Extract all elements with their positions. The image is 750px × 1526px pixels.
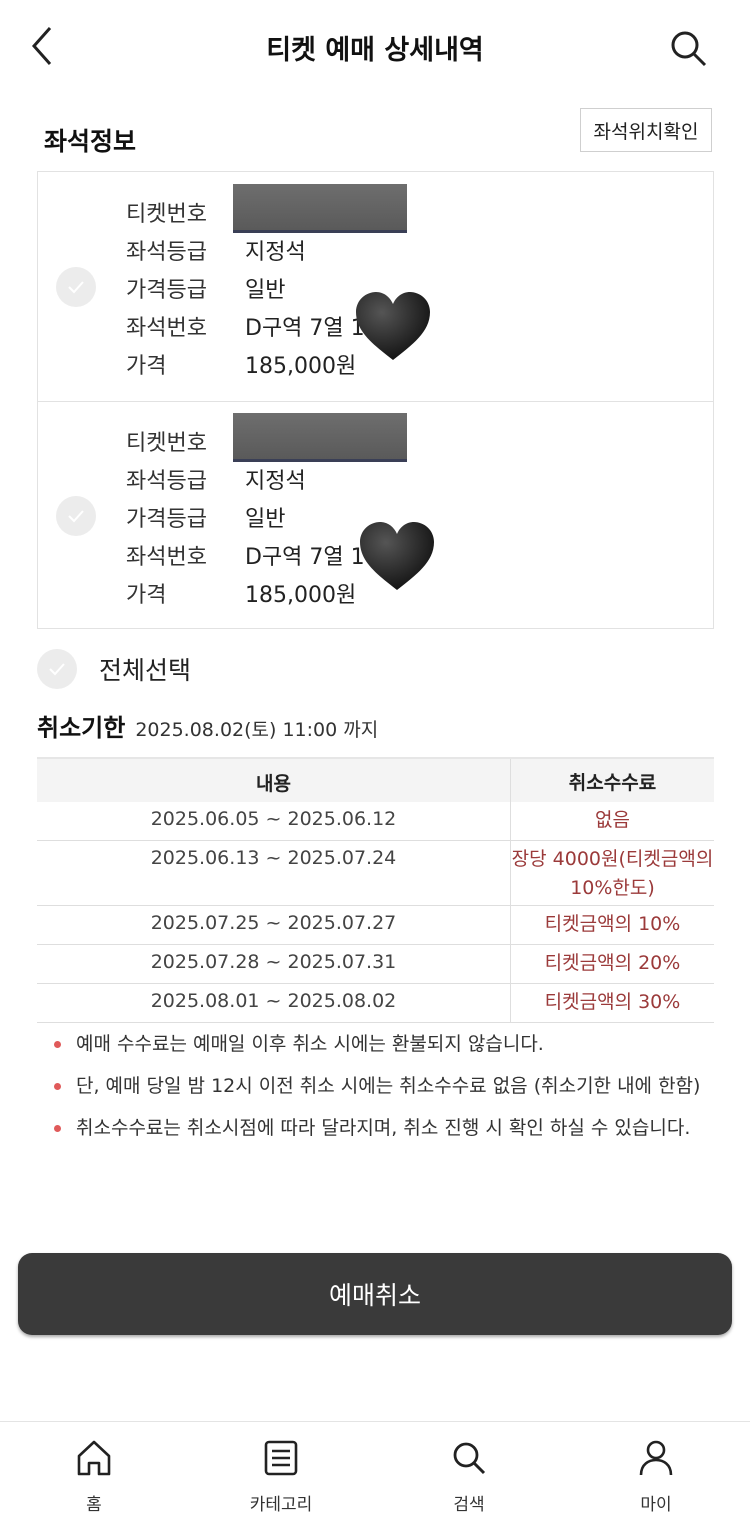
ticket-item[interactable]: 티켓번호 좌석등급 지정석 가격등급 일반 좌석번호 D구역 7열 1 가격 1… <box>38 172 713 400</box>
tab-search[interactable]: 검색 <box>409 1422 529 1526</box>
seat-number-value: D구역 7열 1 <box>245 316 365 341</box>
table-header: 내용 취소수수료 <box>37 757 714 802</box>
column-divider <box>510 802 511 840</box>
select-all-label: 전체선택 <box>99 656 192 685</box>
cancel-deadline: 취소기한 2025.08.02(토) 11:00 까지 <box>37 708 378 743</box>
cancel-booking-button[interactable]: 예매취소 <box>18 1253 732 1335</box>
tab-my[interactable]: 마이 <box>596 1422 716 1526</box>
fee-period: 2025.08.01 ~ 2025.08.02 <box>150 990 397 1012</box>
seat-number-label: 좌석번호 <box>126 316 207 341</box>
table-row: 2025.06.13 ~ 2025.07.24 장당 4000원(티켓금액의 1… <box>37 841 714 906</box>
fee-period: 2025.06.13 ~ 2025.07.24 <box>150 847 397 869</box>
seat-number-label: 좌석번호 <box>126 545 207 570</box>
column-divider <box>510 906 511 944</box>
column-header-period: 내용 <box>256 773 291 795</box>
search-icon <box>671 31 707 67</box>
table-row: 2025.07.28 ~ 2025.07.31 티켓금액의 20% <box>37 945 714 984</box>
ticket-number-label: 티켓번호 <box>126 202 207 227</box>
seat-grade-value: 지정석 <box>245 469 306 494</box>
notice-item: 취소수수료는 취소시점에 따라 달라지며, 취소 진행 시 확인 하실 수 있습… <box>50 1112 710 1144</box>
cancel-deadline-value: 2025.08.02(토) 11:00 까지 <box>135 719 379 741</box>
seat-info-title: 좌석정보 <box>44 127 137 156</box>
price-grade-value: 일반 <box>245 507 286 532</box>
redaction-block <box>233 413 407 462</box>
ticket-item[interactable]: 티켓번호 좌석등급 지정석 가격등급 일반 좌석번호 D구역 7열 1 가격 1… <box>38 401 713 630</box>
search-icon <box>453 1442 486 1475</box>
column-divider <box>510 841 511 905</box>
tab-label: 마이 <box>640 1495 672 1515</box>
price-value: 185,000원 <box>245 583 357 608</box>
table-row: 2025.08.01 ~ 2025.08.02 티켓금액의 30% <box>37 984 714 1023</box>
notice-item: 예매 수수료는 예매일 이후 취소 시에는 환불되지 않습니다. <box>50 1028 710 1060</box>
fee-period: 2025.06.05 ~ 2025.06.12 <box>150 808 397 830</box>
seat-number-value: D구역 7열 1 <box>245 545 365 570</box>
page-title: 티켓 예매 상세내역 <box>266 35 484 66</box>
bottom-tab-bar: 홈 카테고리 검색 마이 <box>0 1421 750 1526</box>
select-all-checkbox[interactable] <box>37 649 77 689</box>
select-all-toggle[interactable]: 전체선택 <box>37 649 337 689</box>
price-label: 가격 <box>126 583 167 608</box>
notice-list: 예매 수수료는 예매일 이후 취소 시에는 환불되지 않습니다. 단, 예매 당… <box>50 1028 710 1154</box>
price-grade-value: 일반 <box>245 278 286 303</box>
fee-amount: 티켓금액의 20% <box>544 952 681 974</box>
person-icon <box>639 1440 673 1476</box>
home-icon <box>77 1440 111 1476</box>
price-grade-label: 가격등급 <box>126 507 207 532</box>
column-divider <box>510 759 511 802</box>
cancel-fee-table: 내용 취소수수료 2025.06.05 ~ 2025.06.12 없음 2025… <box>37 757 714 1023</box>
ticket-list: 티켓번호 좌석등급 지정석 가격등급 일반 좌석번호 D구역 7열 1 가격 1… <box>37 171 714 629</box>
cancel-deadline-label: 취소기한 <box>37 714 126 742</box>
header: 티켓 예매 상세내역 <box>0 0 750 95</box>
ticket-number-label: 티켓번호 <box>126 431 207 456</box>
seat-location-button[interactable]: 좌석위치확인 <box>580 108 712 152</box>
notice-text: 예매 수수료는 예매일 이후 취소 시에는 환불되지 않습니다. <box>76 1033 544 1055</box>
tab-category[interactable]: 카테고리 <box>221 1422 341 1526</box>
heart-icon <box>360 522 434 590</box>
fee-amount: 티켓금액의 10% <box>544 913 681 935</box>
redaction-block <box>233 184 407 233</box>
check-icon <box>49 663 65 676</box>
fee-amount: 없음 <box>595 809 630 831</box>
bullet-icon <box>54 1125 61 1132</box>
price-label: 가격 <box>126 354 167 379</box>
check-icon <box>68 281 84 294</box>
fee-period: 2025.07.28 ~ 2025.07.31 <box>150 951 397 973</box>
column-divider <box>510 984 511 1022</box>
price-value: 185,000원 <box>245 354 357 379</box>
notice-item: 단, 예매 당일 밤 12시 이전 취소 시에는 취소수수료 없음 (취소기한 … <box>50 1070 710 1102</box>
tab-home[interactable]: 홈 <box>34 1422 154 1526</box>
notice-text: 취소수수료는 취소시점에 따라 달라지며, 취소 진행 시 확인 하실 수 있습… <box>76 1117 691 1139</box>
notice-text: 단, 예매 당일 밤 12시 이전 취소 시에는 취소수수료 없음 (취소기한 … <box>76 1075 701 1097</box>
fee-amount: 티켓금액의 30% <box>544 991 681 1013</box>
ticket-checkbox[interactable] <box>56 496 96 536</box>
list-icon <box>264 1440 298 1476</box>
fee-period: 2025.07.25 ~ 2025.07.27 <box>150 912 397 934</box>
search-button[interactable] <box>668 28 708 68</box>
bullet-icon <box>54 1083 61 1090</box>
seat-grade-value: 지정석 <box>245 240 306 265</box>
heart-icon <box>356 292 430 360</box>
ticket-checkbox[interactable] <box>56 267 96 307</box>
bullet-icon <box>54 1041 61 1048</box>
table-row: 2025.07.25 ~ 2025.07.27 티켓금액의 10% <box>37 906 714 945</box>
tab-label: 홈 <box>86 1495 102 1515</box>
price-grade-label: 가격등급 <box>126 278 207 303</box>
fee-amount: 장당 4000원(티켓금액의 10%한도) <box>511 848 714 899</box>
column-divider <box>510 945 511 983</box>
tab-label: 카테고리 <box>249 1495 313 1515</box>
check-icon <box>68 510 84 523</box>
seat-grade-label: 좌석등급 <box>126 469 207 494</box>
tab-label: 검색 <box>453 1495 485 1515</box>
seat-grade-label: 좌석등급 <box>126 240 207 265</box>
column-header-fee: 취소수수료 <box>568 772 657 794</box>
table-row: 2025.06.05 ~ 2025.06.12 없음 <box>37 802 714 841</box>
